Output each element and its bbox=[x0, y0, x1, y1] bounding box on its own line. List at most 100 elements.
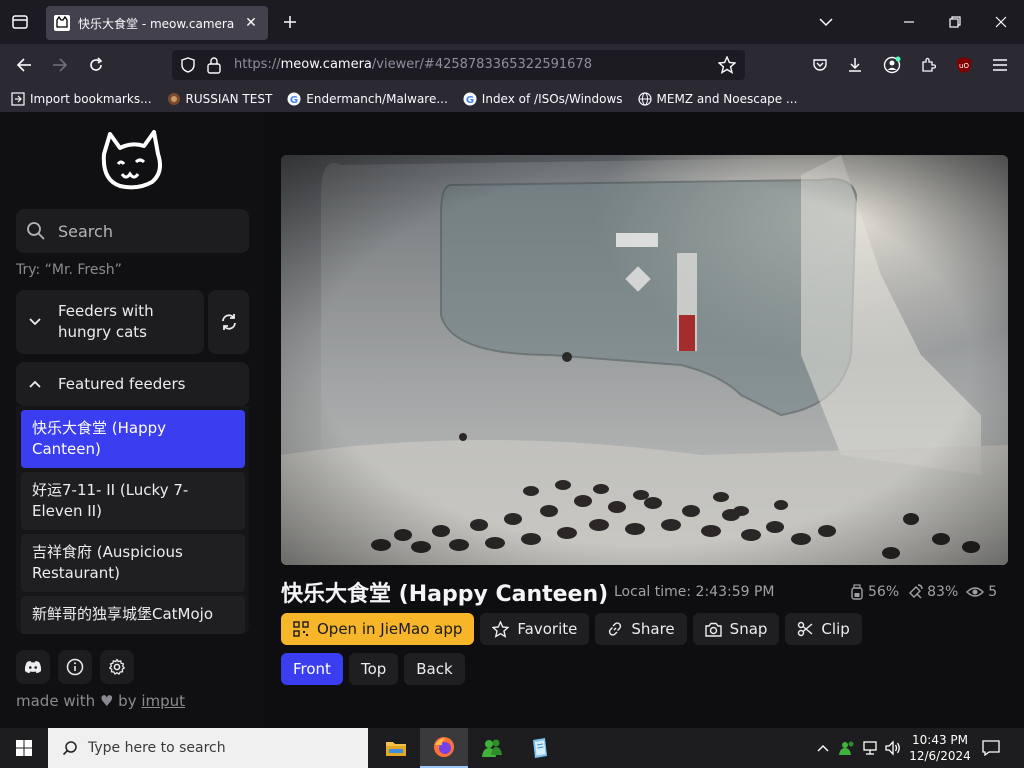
search-hint: Try: “Mr. Fresh” bbox=[16, 262, 122, 278]
browser-tab-bar: 快乐大食堂 - meow.camera ✕ bbox=[0, 0, 1024, 44]
camera-icon bbox=[704, 622, 722, 637]
extensions-icon[interactable] bbox=[916, 53, 940, 77]
import-icon bbox=[10, 91, 26, 107]
eye-icon bbox=[966, 587, 985, 597]
forward-arrow-icon[interactable] bbox=[48, 53, 72, 77]
clip-button[interactable]: Clip bbox=[785, 613, 862, 645]
search-icon bbox=[27, 222, 45, 240]
made-with-credit: made with ♥ by imput bbox=[16, 692, 186, 710]
meow-cat-logo-icon[interactable] bbox=[96, 128, 168, 194]
food-bowl-icon bbox=[851, 584, 863, 600]
settings-gear-icon[interactable] bbox=[100, 650, 134, 684]
view-back-button[interactable]: Back bbox=[404, 653, 465, 685]
svg-text:G: G bbox=[290, 95, 298, 106]
reload-icon[interactable] bbox=[84, 53, 108, 77]
volume-icon[interactable] bbox=[882, 728, 904, 768]
hungry-feeders-label: Feeders with hungry cats bbox=[58, 302, 154, 341]
satellite-icon bbox=[909, 584, 923, 599]
bookmark-star-icon[interactable] bbox=[718, 56, 736, 74]
url-text[interactable]: https://meow.camera/viewer/#425878336532… bbox=[234, 57, 592, 72]
new-tab-icon[interactable] bbox=[278, 10, 302, 34]
signal-level-stat: 83% bbox=[907, 584, 958, 600]
feeder-item-catmojo[interactable]: 新鲜哥的独享城堡CatMojo bbox=[21, 596, 245, 634]
featured-feeders-label: Featured feeders bbox=[58, 375, 186, 393]
tab-title: 快乐大食堂 - meow.camera bbox=[78, 16, 235, 31]
svg-text:uO: uO bbox=[959, 62, 969, 70]
lock-icon[interactable] bbox=[206, 56, 222, 74]
refresh-icon bbox=[221, 314, 236, 330]
qr-code-icon bbox=[293, 621, 309, 637]
taskbar-search-placeholder: Type here to search bbox=[88, 740, 226, 756]
meow-camera-page: Try: “Mr. Fresh” Feeders with hungry cat… bbox=[0, 112, 1024, 728]
imput-link[interactable]: imput bbox=[141, 692, 185, 710]
open-in-jiemao-button[interactable]: Open in JieMao app bbox=[281, 613, 475, 645]
back-arrow-icon[interactable] bbox=[12, 53, 36, 77]
notepad-app-icon[interactable] bbox=[516, 728, 564, 768]
bookmarks-bar: Import bookmarks... RUSSIAN TEST G Ender… bbox=[0, 86, 1024, 112]
shield-icon[interactable] bbox=[180, 57, 196, 73]
messenger-tray-icon[interactable] bbox=[836, 728, 858, 768]
tab-close-icon[interactable]: ✕ bbox=[242, 14, 260, 32]
notifications-icon[interactable] bbox=[978, 728, 1004, 768]
bookmark-memz[interactable]: MEMZ and Noescape ... bbox=[637, 91, 797, 107]
menu-hamburger-icon[interactable] bbox=[988, 53, 1012, 77]
star-icon bbox=[492, 620, 510, 638]
feeder-item-happy-canteen[interactable]: 快乐大食堂 (Happy Canteen) bbox=[21, 410, 245, 468]
taskbar-clock[interactable]: 10:43 PM 12/6/2024 bbox=[905, 732, 975, 764]
minimize-icon[interactable] bbox=[897, 10, 921, 34]
view-top-button[interactable]: Top bbox=[348, 653, 399, 685]
link-icon bbox=[609, 622, 622, 636]
featured-feeders-toggle[interactable]: Featured feeders bbox=[16, 362, 249, 406]
messenger-app-icon[interactable] bbox=[468, 728, 516, 768]
ublock-icon[interactable]: uO bbox=[952, 53, 976, 77]
list-all-tabs-icon[interactable] bbox=[814, 10, 838, 34]
site-icon bbox=[166, 91, 182, 107]
sidebar: Try: “Mr. Fresh” Feeders with hungry cat… bbox=[0, 112, 264, 728]
windows-taskbar: Type here to search 10:43 PM 12/6/2024 bbox=[0, 728, 1024, 768]
local-time: Local time: 2:43:59 PM bbox=[614, 584, 775, 600]
featured-feeder-list: 快乐大食堂 (Happy Canteen) 好运7-11- II (Lucky … bbox=[16, 406, 249, 634]
firefox-taskbar-icon[interactable] bbox=[420, 728, 468, 768]
pocket-icon[interactable] bbox=[808, 53, 832, 77]
browser-tab-active[interactable]: 快乐大食堂 - meow.camera ✕ bbox=[46, 6, 268, 40]
screen: 快乐大食堂 - meow.camera ✕ https://meow.camer… bbox=[0, 0, 1024, 768]
share-button[interactable]: Share bbox=[595, 613, 687, 645]
file-explorer-icon[interactable] bbox=[372, 728, 420, 768]
tab-list-icon[interactable] bbox=[8, 10, 32, 34]
url-bar[interactable]: https://meow.camera/viewer/#425878336532… bbox=[172, 50, 745, 80]
view-front-button[interactable]: Front bbox=[281, 653, 343, 685]
camera-frame-image bbox=[281, 155, 1008, 565]
hungry-feeders-toggle[interactable]: Feeders with hungry cats bbox=[16, 290, 204, 354]
bookmark-isos[interactable]: G Index of /ISOs/Windows bbox=[462, 91, 623, 107]
sidebar-footer-icons bbox=[16, 650, 142, 684]
snap-button[interactable]: Snap bbox=[692, 613, 780, 645]
close-window-icon[interactable] bbox=[989, 10, 1013, 34]
feeder-item-auspicious-restaurant[interactable]: 吉祥食府 (Auspicious Restaurant) bbox=[21, 534, 245, 592]
camera-video-feed[interactable] bbox=[281, 155, 1008, 565]
taskbar-search-box[interactable]: Type here to search bbox=[48, 728, 368, 768]
network-icon[interactable] bbox=[860, 728, 882, 768]
windows-start-icon[interactable] bbox=[0, 728, 48, 768]
show-hidden-icons-chevron-icon[interactable] bbox=[814, 728, 832, 768]
search-box[interactable] bbox=[16, 209, 249, 253]
bookmark-russian-test[interactable]: RUSSIAN TEST bbox=[166, 91, 272, 107]
bookmark-endermanch[interactable]: G Endermanch/Malware... bbox=[286, 91, 448, 107]
bookmark-import[interactable]: Import bookmarks... bbox=[10, 91, 152, 107]
camera-title: 快乐大食堂 (Happy Canteen) bbox=[281, 582, 609, 607]
globe-icon bbox=[637, 91, 653, 107]
refresh-button[interactable] bbox=[208, 290, 249, 354]
scissors-icon bbox=[798, 621, 813, 637]
google-icon: G bbox=[286, 91, 302, 107]
restore-icon[interactable] bbox=[943, 10, 967, 34]
favorite-button[interactable]: Favorite bbox=[480, 613, 590, 645]
browser-nav-bar: https://meow.camera/viewer/#425878336532… bbox=[0, 44, 1024, 86]
chevron-down-icon bbox=[29, 318, 41, 326]
downloads-icon[interactable] bbox=[843, 53, 867, 77]
search-input[interactable] bbox=[58, 221, 228, 241]
food-level-stat: 56% bbox=[850, 584, 899, 600]
camera-view-selector: Front Top Back bbox=[281, 653, 471, 685]
info-icon[interactable] bbox=[58, 650, 92, 684]
feeder-item-lucky-7-eleven[interactable]: 好运7-11- II (Lucky 7-Eleven II) bbox=[21, 472, 245, 530]
discord-icon[interactable] bbox=[16, 650, 50, 684]
account-icon[interactable] bbox=[880, 53, 904, 77]
